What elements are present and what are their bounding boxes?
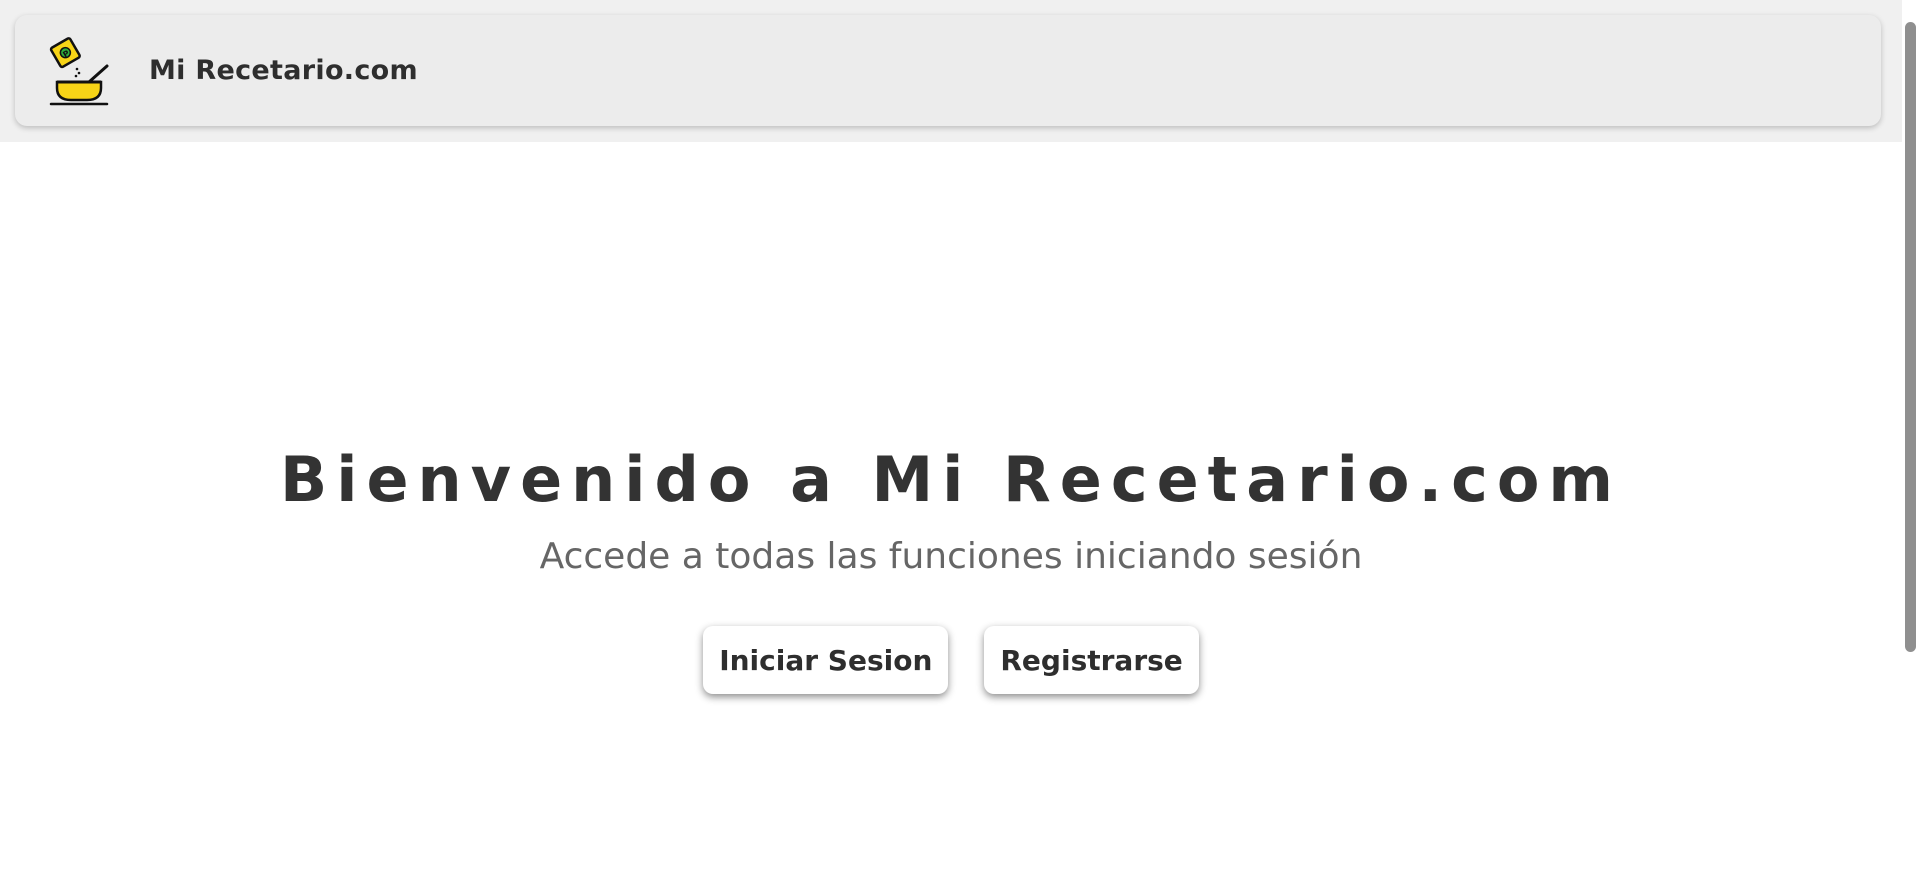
- scrollbar-thumb[interactable]: [1905, 22, 1916, 652]
- hero-section: Bienvenido a Mi Recetario.com Accede a t…: [0, 440, 1902, 694]
- logo-link[interactable]: P: [39, 31, 119, 111]
- page-subtitle: Accede a todas las funciones iniciando s…: [539, 536, 1363, 577]
- brand-title[interactable]: Mi Recetario.com: [149, 55, 418, 86]
- page-title: Bienvenido a Mi Recetario.com: [279, 443, 1623, 516]
- register-button[interactable]: Registrarse: [984, 626, 1199, 694]
- cooking-bowl-icon: P: [49, 36, 109, 105]
- page: P Mi Recetario.com Bienvenido a Mi Recet…: [0, 0, 1919, 874]
- login-button[interactable]: Iniciar Sesion: [703, 626, 949, 694]
- auth-actions: Iniciar Sesion Registrarse: [0, 626, 1902, 694]
- vertical-scrollbar[interactable]: [1902, 0, 1919, 874]
- header-band: P Mi Recetario.com: [0, 0, 1902, 142]
- navbar: P Mi Recetario.com: [15, 15, 1881, 126]
